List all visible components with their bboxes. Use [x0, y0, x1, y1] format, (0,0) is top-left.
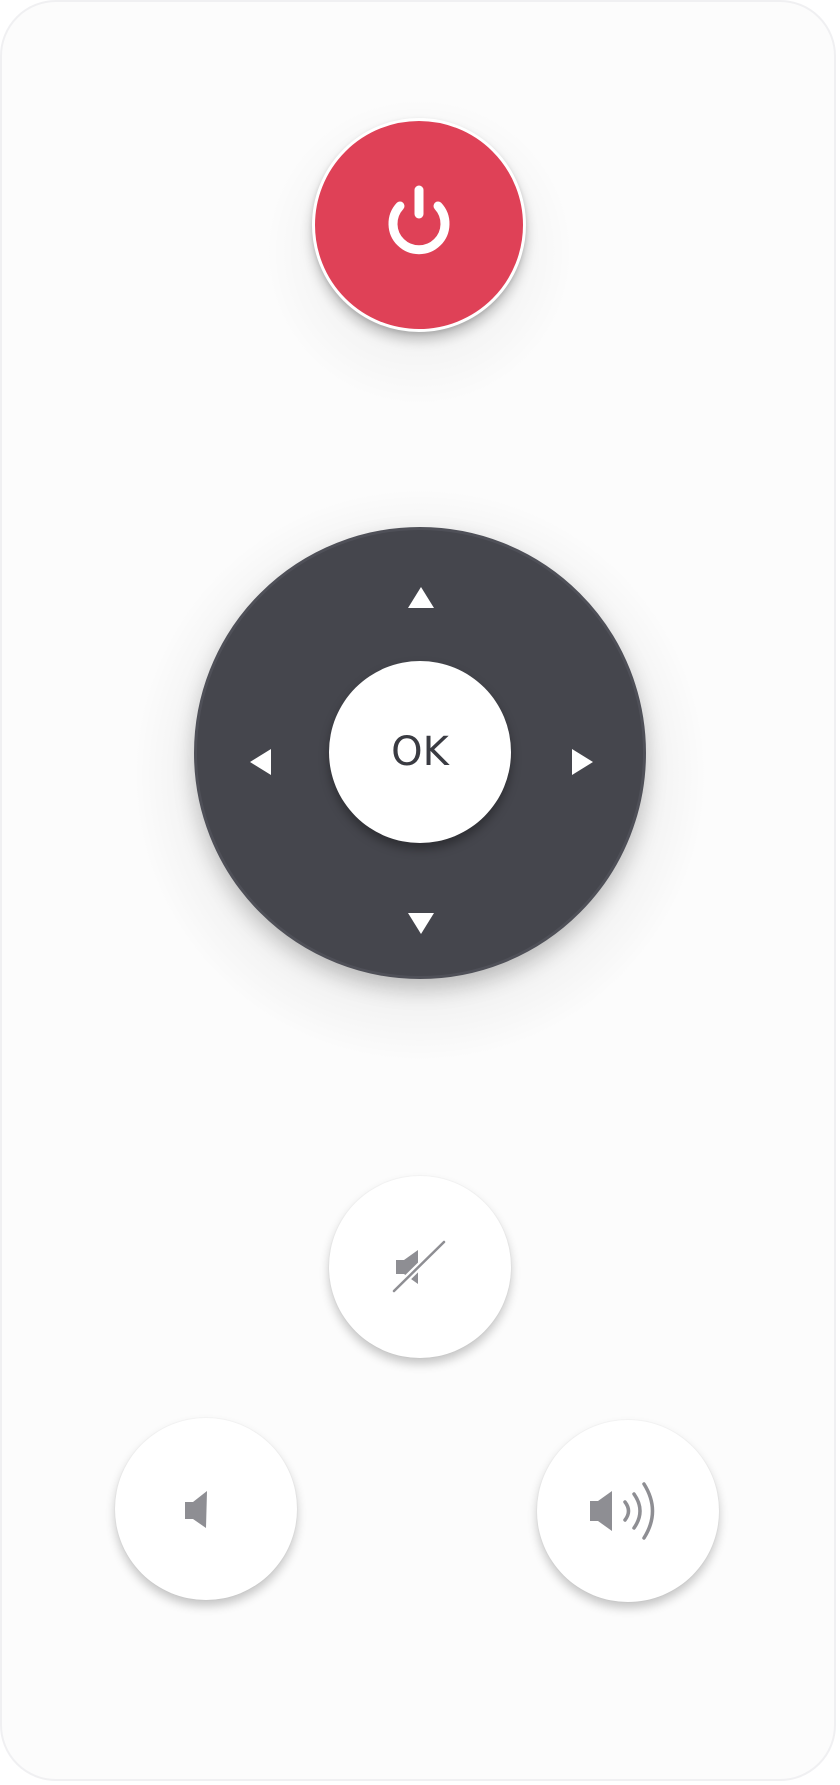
power-icon: [388, 185, 450, 255]
dpad-down-button[interactable]: [391, 893, 451, 953]
triangle-right-icon: [572, 749, 593, 775]
volume-up-button[interactable]: [537, 1420, 719, 1602]
speaker-high-icon: [590, 1482, 655, 1540]
triangle-left-icon: [250, 749, 271, 775]
ok-label: OK: [391, 729, 449, 775]
triangle-up-icon: [408, 587, 434, 608]
speaker-low-icon: [185, 1491, 207, 1528]
dpad-right-button[interactable]: [553, 732, 613, 792]
dpad-up-button[interactable]: [391, 568, 451, 628]
power-button[interactable]: [312, 118, 526, 332]
mute-button[interactable]: [329, 1176, 511, 1358]
speaker-mute-icon: [391, 1239, 447, 1294]
dpad-left-button[interactable]: [230, 732, 290, 792]
triangle-down-icon: [408, 913, 434, 934]
volume-down-button[interactable]: [115, 1418, 297, 1600]
ok-button[interactable]: OK: [329, 661, 511, 843]
